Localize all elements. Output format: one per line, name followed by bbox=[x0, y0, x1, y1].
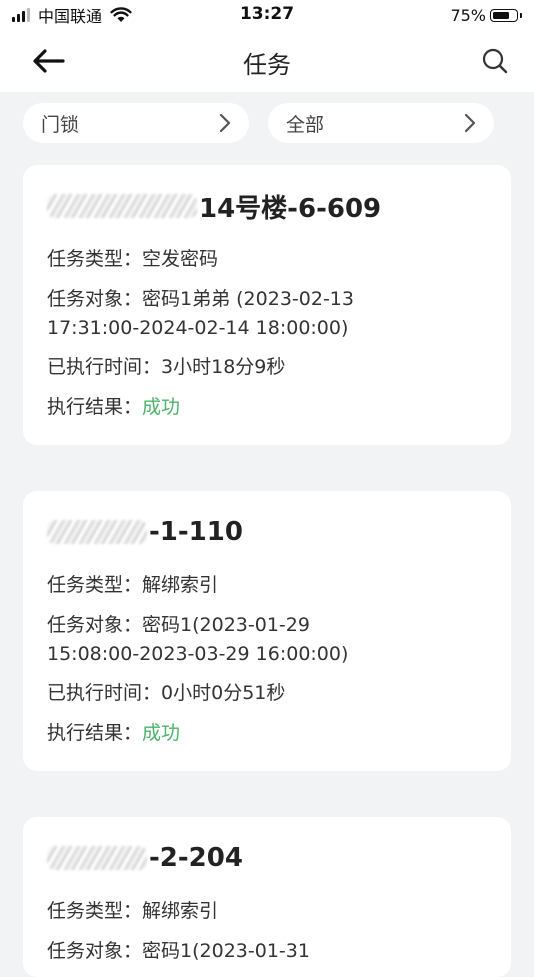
task-type-value: 解绑索引 bbox=[142, 900, 219, 922]
result-row: 执行结果：成功 bbox=[47, 719, 497, 748]
battery-percent: 75% bbox=[450, 5, 486, 25]
task-type-label: 任务类型： bbox=[47, 900, 143, 922]
status-filter[interactable]: 全部 bbox=[268, 103, 494, 143]
task-target-value-continued: 17:31:00-2024-02-14 18:00:00) bbox=[47, 317, 349, 339]
task-card[interactable]: 14号楼-6-609 任务类型：空发密码 任务对象：密码1弟弟 (2023-02… bbox=[23, 165, 511, 445]
task-target-value: 密码1(2023-01-31 bbox=[142, 940, 310, 962]
page-title: 任务 bbox=[243, 51, 291, 79]
task-target-row: 任务对象：密码1(2023-01-31 bbox=[47, 937, 497, 966]
result-row: 执行结果：成功 bbox=[47, 393, 497, 422]
elapsed-label: 已执行时间： bbox=[47, 356, 162, 378]
result-value: 成功 bbox=[142, 396, 181, 418]
redacted-text bbox=[47, 520, 147, 544]
task-type-row: 任务类型：空发密码 bbox=[47, 245, 497, 274]
task-card[interactable]: -1-110 任务类型：解绑索引 任务对象：密码1(2023-01-29 15:… bbox=[23, 491, 511, 771]
task-title-text: -1-110 bbox=[149, 517, 243, 547]
filter-bar: 门锁 全部 bbox=[23, 103, 494, 143]
result-label: 执行结果： bbox=[47, 396, 143, 418]
result-label: 执行结果： bbox=[47, 722, 143, 744]
elapsed-row: 已执行时间：3小时18分9秒 bbox=[47, 353, 497, 382]
elapsed-label: 已执行时间： bbox=[47, 682, 162, 704]
nav-bar: 任务 bbox=[0, 30, 534, 92]
task-target-value: 密码1弟弟 (2023-02-13 bbox=[142, 288, 354, 310]
task-type-label: 任务类型： bbox=[47, 574, 143, 596]
redacted-text bbox=[47, 194, 197, 218]
task-type-row: 任务类型：解绑索引 bbox=[47, 571, 497, 600]
elapsed-row: 已执行时间：0小时0分51秒 bbox=[47, 679, 497, 708]
task-type-label: 任务类型： bbox=[47, 248, 143, 270]
task-title: 14号楼-6-609 bbox=[47, 187, 381, 225]
task-target-row: 任务对象：密码1(2023-01-29 15:08:00-2023-03-29 … bbox=[47, 611, 497, 669]
task-title: -1-110 bbox=[47, 513, 243, 551]
task-title: -2-204 bbox=[47, 839, 243, 877]
task-title-text: 14号楼-6-609 bbox=[199, 193, 382, 224]
task-target-label: 任务对象： bbox=[47, 288, 143, 310]
redacted-text bbox=[47, 846, 147, 870]
search-button[interactable] bbox=[480, 46, 510, 76]
task-target-value-continued: 15:08:00-2023-03-29 16:00:00) bbox=[47, 643, 349, 665]
battery-icon bbox=[490, 8, 518, 22]
arrow-left-icon bbox=[33, 49, 65, 73]
task-title-text: -2-204 bbox=[149, 843, 243, 873]
status-filter-label: 全部 bbox=[286, 113, 325, 136]
task-target-value: 密码1(2023-01-29 bbox=[142, 614, 310, 636]
task-target-label: 任务对象： bbox=[47, 940, 143, 962]
task-card[interactable]: -2-204 任务类型：解绑索引 任务对象：密码1(2023-01-31 bbox=[23, 817, 511, 977]
task-target-row: 任务对象：密码1弟弟 (2023-02-13 17:31:00-2024-02-… bbox=[47, 285, 497, 343]
elapsed-value: 3小时18分9秒 bbox=[161, 356, 286, 378]
chevron-right-icon bbox=[219, 113, 231, 133]
device-filter-label: 门锁 bbox=[41, 113, 80, 136]
device-filter[interactable]: 门锁 bbox=[23, 103, 249, 143]
task-type-value: 解绑索引 bbox=[142, 574, 219, 596]
chevron-right-icon bbox=[464, 113, 476, 133]
result-value: 成功 bbox=[142, 722, 181, 744]
status-bar: 中国联通 13:27 75% bbox=[0, 0, 534, 30]
back-button[interactable] bbox=[30, 45, 66, 77]
task-type-value: 空发密码 bbox=[142, 248, 219, 270]
elapsed-value: 0小时0分51秒 bbox=[161, 682, 286, 704]
search-icon bbox=[482, 48, 508, 74]
task-type-row: 任务类型：解绑索引 bbox=[47, 897, 497, 926]
battery-fill bbox=[493, 11, 509, 19]
status-right: 75% bbox=[450, 5, 522, 25]
battery-cap bbox=[520, 12, 522, 18]
task-target-label: 任务对象： bbox=[47, 614, 143, 636]
